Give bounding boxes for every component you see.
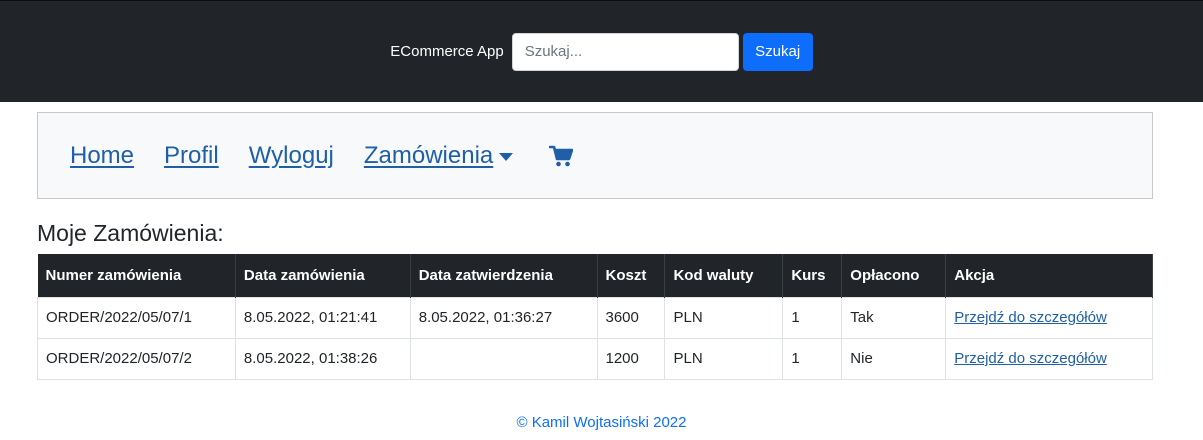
currency-code-cell: PLN xyxy=(664,337,784,380)
shopping-cart-icon[interactable] xyxy=(549,145,574,167)
column-header: Data zamówienia xyxy=(235,254,411,297)
nav-profile-link[interactable]: Profil xyxy=(164,142,219,170)
orders-table: Numer zamówienia Data zamówienia Data za… xyxy=(37,254,1153,380)
action-cell: Przejdź do szczegółów xyxy=(945,296,1153,339)
table-row: ORDER/2022/05/07/1 8.05.2022, 01:21:41 8… xyxy=(37,296,1153,339)
caret-down-icon xyxy=(499,152,514,161)
paid-cell: Nie xyxy=(841,337,947,380)
footer-copyright: © Kamil Wojtasiński 2022 xyxy=(516,414,687,431)
order-date-cell: 8.05.2022, 01:21:41 xyxy=(234,296,411,339)
order-date-cell: 8.05.2022, 01:38:26 xyxy=(234,337,411,380)
top-navbar: ECommerce App Szukaj xyxy=(0,0,1203,102)
currency-code-cell: PLN xyxy=(664,296,784,339)
nav-orders-label: Zamówienia xyxy=(363,141,494,169)
approval-date-cell xyxy=(409,337,598,380)
brand-title[interactable]: ECommerce App xyxy=(390,43,503,60)
details-link[interactable]: Przejdź do szczegółów xyxy=(954,350,1107,367)
column-header: Kurs xyxy=(782,254,843,297)
order-number-cell: ORDER/2022/05/07/1 xyxy=(37,296,236,339)
rate-cell: 1 xyxy=(782,337,843,380)
nav-logout-link[interactable]: Wyloguj xyxy=(249,142,334,170)
column-header: Koszt xyxy=(597,254,666,297)
table-row: ORDER/2022/05/07/2 8.05.2022, 01:38:26 1… xyxy=(37,337,1153,380)
secondary-nav: Home Profil Wyloguj Zamówienia xyxy=(37,112,1153,199)
column-header: Kod waluty xyxy=(664,254,784,297)
column-header: Opłacono xyxy=(841,254,947,297)
action-cell: Przejdź do szczegółów xyxy=(945,337,1153,380)
details-link[interactable]: Przejdź do szczegółów xyxy=(954,309,1107,326)
column-header: Akcja xyxy=(945,254,1153,297)
table-header-row: Numer zamówienia Data zamówienia Data za… xyxy=(37,254,1153,297)
column-header: Numer zamówienia xyxy=(37,254,236,297)
cost-cell: 1200 xyxy=(596,337,666,380)
search-input[interactable] xyxy=(511,32,739,71)
cost-cell: 3600 xyxy=(596,296,666,339)
paid-cell: Tak xyxy=(841,296,947,339)
rate-cell: 1 xyxy=(782,296,843,339)
order-number-cell: ORDER/2022/05/07/2 xyxy=(37,337,236,380)
nav-home-link[interactable]: Home xyxy=(70,142,134,170)
nav-orders-dropdown[interactable]: Zamówienia xyxy=(363,141,514,170)
column-header: Data zatwierdzenia xyxy=(410,254,598,297)
approval-date-cell: 8.05.2022, 01:36:27 xyxy=(409,296,598,339)
search-button[interactable]: Szukaj xyxy=(742,32,813,71)
page-title: Moje Zamówienia: xyxy=(37,220,224,246)
